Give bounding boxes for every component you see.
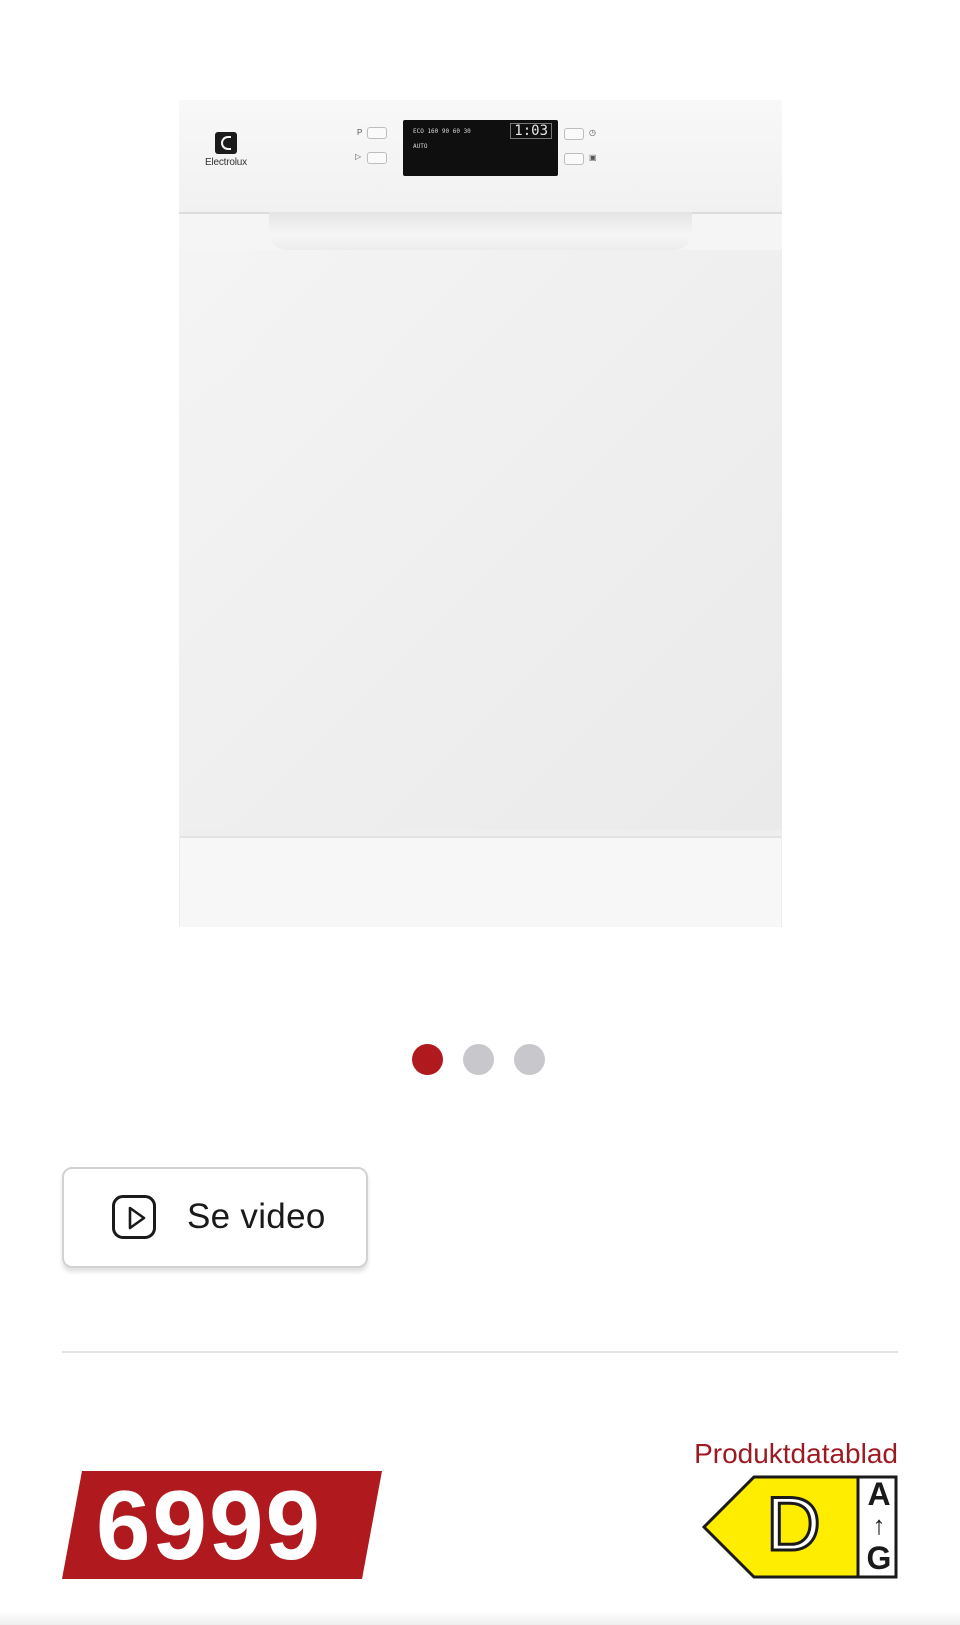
- lcd-display: ECO 160 90 60 30 AUTO 1:03: [403, 120, 558, 176]
- see-video-label: Se video: [187, 1197, 326, 1236]
- bottom-shadow-bar: [0, 1611, 960, 1625]
- start-button: [367, 152, 387, 164]
- carousel-dots: [412, 1044, 545, 1075]
- lcd-time: 1:03: [510, 123, 552, 139]
- dishwasher-kickplate: [180, 836, 781, 927]
- lcd-auto-row: AUTO: [413, 143, 428, 150]
- program-label: P: [357, 128, 363, 137]
- carousel-dot-3[interactable]: [514, 1044, 545, 1075]
- dishwasher-control-panel: Electrolux P ▷ ECO 160 90 60 30 AUTO 1:0…: [179, 100, 782, 214]
- price-tag: 6999: [62, 1471, 382, 1579]
- brand-name: Electrolux: [205, 157, 247, 168]
- product-image[interactable]: Electrolux P ▷ ECO 160 90 60 30 AUTO 1:0…: [179, 100, 782, 927]
- dishwasher-handle: [269, 212, 692, 250]
- delay-button: [564, 128, 584, 140]
- price-value: 6999: [96, 1470, 323, 1580]
- electrolux-logo-icon: [215, 132, 237, 154]
- product-datasheet-link[interactable]: Produktdatablad: [694, 1438, 898, 1470]
- energy-scale-top: A: [867, 1476, 891, 1512]
- energy-label[interactable]: D A ↑ G: [702, 1475, 898, 1579]
- program-button: [367, 127, 387, 139]
- section-divider: [62, 1351, 898, 1353]
- clock-icon: ◷: [589, 128, 596, 137]
- carousel-dot-2[interactable]: [463, 1044, 494, 1075]
- lcd-program-row: ECO 160 90 60 30: [413, 128, 471, 135]
- dishwasher-door: [179, 250, 782, 830]
- option-icon: ▣: [589, 153, 597, 162]
- energy-scale-bottom: G: [866, 1540, 892, 1576]
- carousel-dot-1[interactable]: [412, 1044, 443, 1075]
- option-button: [564, 153, 584, 165]
- play-icon: [112, 1195, 156, 1239]
- energy-scale-arrow-icon: ↑: [872, 1510, 886, 1540]
- start-label: ▷: [355, 152, 362, 161]
- energy-class: D: [765, 1481, 823, 1569]
- see-video-button[interactable]: Se video: [62, 1167, 368, 1268]
